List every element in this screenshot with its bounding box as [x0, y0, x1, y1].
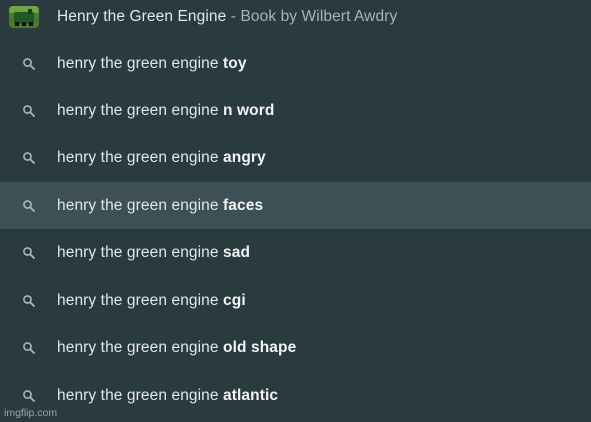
- entity-suggestion-text: Henry the Green Engine - Book by Wilbert…: [57, 8, 397, 26]
- suggestion-prefix: henry the green engine: [57, 243, 224, 261]
- suggestion-row[interactable]: henry the green engine cgi: [0, 277, 591, 324]
- suggestion-completion: old shape: [223, 338, 297, 356]
- imgflip-watermark: imgflip.com: [4, 407, 58, 419]
- suggestion-prefix: henry the green engine: [57, 338, 224, 356]
- suggestion-prefix: henry the green engine: [57, 291, 224, 309]
- suggestion-row[interactable]: henry the green engine sad: [0, 229, 591, 276]
- suggestion-prefix: henry the green engine: [57, 386, 224, 404]
- suggestion-row[interactable]: henry the green engine old shape: [0, 324, 591, 371]
- search-icon: [22, 57, 36, 71]
- suggestion-row[interactable]: henry the green engine n word: [0, 87, 591, 134]
- suggestion-prefix: henry the green engine: [57, 196, 224, 214]
- thumbnail-cell: [0, 0, 57, 34]
- suggestion-completion: sad: [223, 243, 251, 261]
- entity-title: Henry the Green Engine: [57, 8, 227, 25]
- entity-description: Book by Wilbert Awdry: [240, 8, 398, 25]
- search-icon: [22, 151, 36, 165]
- suggestion-completion: faces: [223, 196, 264, 214]
- suggestion-row[interactable]: henry the green engine angry: [0, 134, 591, 181]
- search-icon: [22, 104, 36, 118]
- entity-suggestion-row[interactable]: Henry the Green Engine - Book by Wilbert…: [0, 0, 591, 34]
- search-icon: [22, 294, 36, 308]
- suggestion-completion: cgi: [223, 291, 246, 309]
- suggestion-row[interactable]: henry the green engine toy: [0, 40, 591, 87]
- suggestion-row-selected[interactable]: henry the green engine faces: [0, 182, 591, 229]
- book-cover-thumbnail-icon: [9, 6, 39, 28]
- suggestion-completion: atlantic: [223, 386, 279, 404]
- search-suggestions-dropdown: Henry the Green Engine - Book by Wilbert…: [0, 0, 591, 422]
- search-icon: [22, 341, 36, 355]
- suggestion-completion: angry: [223, 148, 266, 166]
- suggestion-completion: n word: [223, 101, 275, 119]
- search-icon: [22, 246, 36, 260]
- search-icon: [22, 389, 36, 403]
- search-icon: [22, 199, 36, 213]
- suggestion-row[interactable]: henry the green engine atlantic: [0, 372, 591, 419]
- suggestion-prefix: henry the green engine: [57, 148, 224, 166]
- suggestion-prefix: henry the green engine: [57, 54, 224, 72]
- suggestion-completion: toy: [223, 54, 247, 72]
- suggestion-prefix: henry the green engine: [57, 101, 224, 119]
- entity-separator: -: [226, 8, 241, 25]
